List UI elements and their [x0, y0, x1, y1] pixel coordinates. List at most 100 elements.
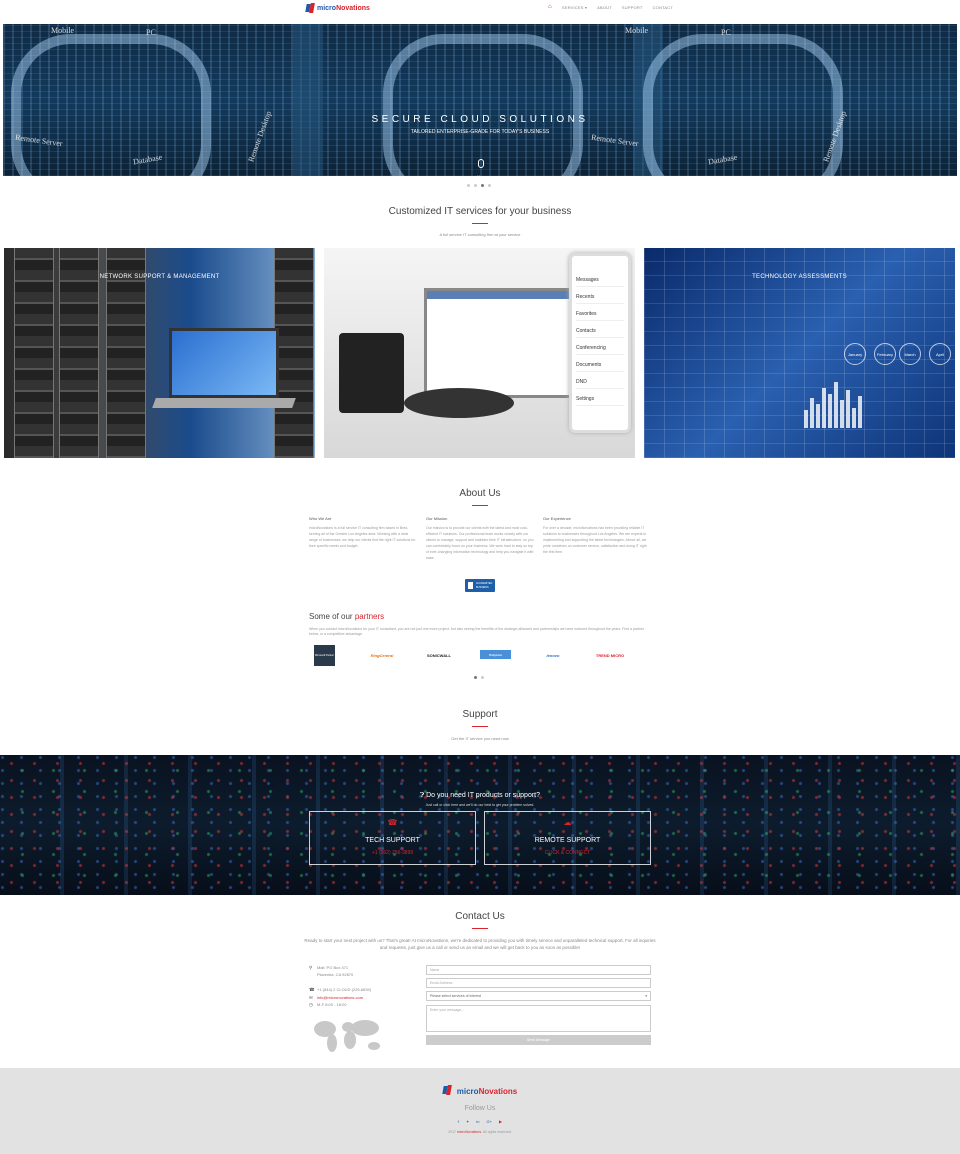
copyright-brand[interactable]: microNovations	[457, 1130, 481, 1134]
about-column-experience: Our Experience For over a decade, microN…	[543, 516, 651, 555]
send-message-button[interactable]: Send Message	[426, 1035, 651, 1045]
carousel-dot-active[interactable]	[474, 676, 477, 679]
about-column-text: microNovations is a full service IT cons…	[309, 526, 416, 548]
tech-month-circle: January	[844, 343, 866, 365]
heading-underline	[472, 928, 488, 929]
nav-item-support[interactable]: SUPPORT	[622, 5, 643, 10]
carousel-dot[interactable]	[474, 184, 477, 187]
clock-icon: ◷	[309, 1002, 313, 1007]
brand-name-micro: micro	[317, 4, 337, 12]
phone-menu-item: DND	[576, 375, 624, 389]
contact-email: ✉ info@micronovations.com	[309, 995, 363, 1001]
home-icon[interactable]: ⌂	[548, 4, 552, 10]
phone-icon: ☎	[309, 987, 315, 992]
message-field[interactable]: Enter your message...	[426, 1005, 651, 1032]
hero-decor	[643, 34, 843, 176]
contact-intro: Ready to start your next project with us…	[304, 938, 656, 950]
carousel-dot[interactable]	[467, 184, 470, 187]
linkedin-icon[interactable]: in	[476, 1119, 479, 1124]
facebook-icon[interactable]: f	[458, 1119, 459, 1124]
hero-subtitle: TAILORED ENTERPRISE-GRADE FOR TODAY'S BU…	[410, 129, 550, 135]
tech-month-circle: April	[929, 343, 951, 365]
support-subheading: Get the IT service you need now	[451, 736, 509, 741]
contact-hours-text: M-F 8:00 - 18:00	[317, 1002, 347, 1007]
nav-item-about[interactable]: ABOUT	[597, 5, 612, 10]
google-plus-icon[interactable]: G+	[487, 1119, 492, 1124]
cloud-icon: ☁	[563, 818, 572, 827]
services-subheading: A full service IT consulting firm at you…	[439, 232, 521, 237]
phone-menu-item: Documents	[576, 358, 624, 372]
partners-heading-prefix: Some of our	[309, 612, 353, 621]
tech-bar-graphic	[804, 378, 904, 428]
bbb-accredited-badge[interactable]: ACCREDITED BUSINESS	[465, 579, 495, 592]
world-map-image	[314, 1020, 380, 1052]
copyright: 2017 microNovations. All rights reserved…	[0, 1130, 960, 1134]
voip-app-screenshot	[424, 288, 579, 398]
contact-phone-text[interactable]: +1 (844) 2 CLOUD (225-6830)	[317, 987, 371, 993]
support-question: ❓︎ Do you need IT products or support?	[0, 792, 960, 800]
about-column-heading: Who We Are	[309, 516, 332, 521]
phone-menu-item: Favorites	[576, 307, 624, 321]
partners-carousel-indicators	[474, 676, 484, 679]
carousel-dot-active[interactable]	[481, 184, 484, 187]
heading-underline	[472, 726, 488, 727]
youtube-icon[interactable]: ▶	[499, 1119, 502, 1124]
service-select[interactable]: Please select services of interest ▾	[426, 991, 651, 1001]
brand-name-novations: Novations	[478, 1087, 518, 1096]
copyright-suffix: . All rights reserved.	[481, 1130, 512, 1134]
service-tile-network[interactable]: NETWORK SUPPORT & MANAGEMENT	[4, 248, 315, 458]
carousel-dot[interactable]	[488, 184, 491, 187]
partner-logo-microsoft[interactable]: Microsoft Partner	[314, 645, 335, 666]
service-tile-technology[interactable]: January February March April TECHNOLOGY …	[644, 248, 955, 458]
scroll-down-chevron-icon[interactable]: ⌄⌄	[476, 173, 481, 176]
desk-phone-image	[339, 333, 404, 413]
service-tile-voip[interactable]: Messages Recents Favorites Contacts Conf…	[324, 248, 635, 458]
partner-logo-polycom[interactable]: Polycom	[480, 650, 511, 659]
contact-address-line: Mail: PO Box 471	[317, 965, 349, 970]
carousel-dot[interactable]	[481, 676, 484, 679]
partner-logo-ringcentral[interactable]: RingCentral	[362, 646, 402, 664]
social-links: f ✦ in G+ ▶	[0, 1119, 960, 1124]
email-field[interactable]: Email Address	[426, 978, 651, 988]
contact-email-link[interactable]: info@micronovations.com	[317, 995, 363, 1001]
partner-logo-trend-micro[interactable]: TREND MICRO	[593, 646, 627, 664]
footer-logo[interactable]: micro Novations	[0, 1085, 960, 1098]
chevron-down-icon: ▾	[645, 994, 647, 998]
phone-menu-item: Contacts	[576, 324, 624, 338]
hero-image-label: PC	[721, 28, 731, 37]
tech-month-circle: March	[899, 343, 921, 365]
top-navbar: micro Novations ⌂ SERVICES ▾ ABOUT SUPPOR…	[0, 0, 960, 16]
partners-heading: Some of our partners	[309, 612, 384, 621]
nav-item-contact[interactable]: CONTACT	[653, 5, 673, 10]
hero-carousel-indicators	[467, 184, 491, 187]
nav-item-services[interactable]: SERVICES ▾	[562, 5, 587, 10]
partner-logo-lenovo[interactable]: lenovo	[536, 646, 570, 664]
tech-support-phone[interactable]: +1 (562) 256-3899	[310, 850, 475, 856]
map-marker-icon: ⚲	[309, 965, 313, 970]
conference-phone-image	[404, 388, 514, 418]
hero-title: SECURE CLOUD SOLUTIONS	[371, 114, 589, 125]
twitter-icon[interactable]: ✦	[466, 1119, 469, 1124]
brand-logo[interactable]: micro Novations	[306, 3, 370, 13]
about-column-text: Our mission is to provide our clients wi…	[426, 526, 534, 560]
phone-menu-item: Recents	[576, 290, 624, 304]
remote-support-box[interactable]: ☁ REMOTE SUPPORT CLICK & CONNECT	[484, 811, 651, 865]
support-background	[0, 755, 960, 895]
name-field[interactable]: Name	[426, 965, 651, 975]
about-column-heading: Our Mission	[426, 516, 448, 521]
hero-decor	[293, 24, 323, 176]
support-question-sub: Just call or click here and we'll do our…	[425, 803, 535, 807]
about-column-text: For over a decade, microNovations has be…	[543, 526, 647, 554]
nav-menu: ⌂ SERVICES ▾ ABOUT SUPPORT CONTACT	[548, 4, 673, 10]
laptop-image	[169, 328, 279, 398]
support-banner	[0, 755, 960, 895]
remote-support-link[interactable]: CLICK & CONNECT	[485, 850, 650, 856]
scroll-mouse-icon[interactable]	[478, 159, 484, 168]
services-heading: Customized IT services for your business	[388, 206, 572, 217]
service-tile-label: TECHNOLOGY ASSESSMENTS	[752, 274, 847, 280]
tech-support-box[interactable]: ☎ TECH SUPPORT +1 (562) 256-3899	[309, 811, 476, 865]
heading-underline	[472, 223, 488, 224]
hero-carousel: Mobile PC Remote Server Database Remote …	[3, 24, 957, 176]
contact-address-line2: Placentia, CA 92870	[317, 972, 354, 977]
partner-logo-sonicwall[interactable]: SONICWALL	[420, 646, 458, 664]
